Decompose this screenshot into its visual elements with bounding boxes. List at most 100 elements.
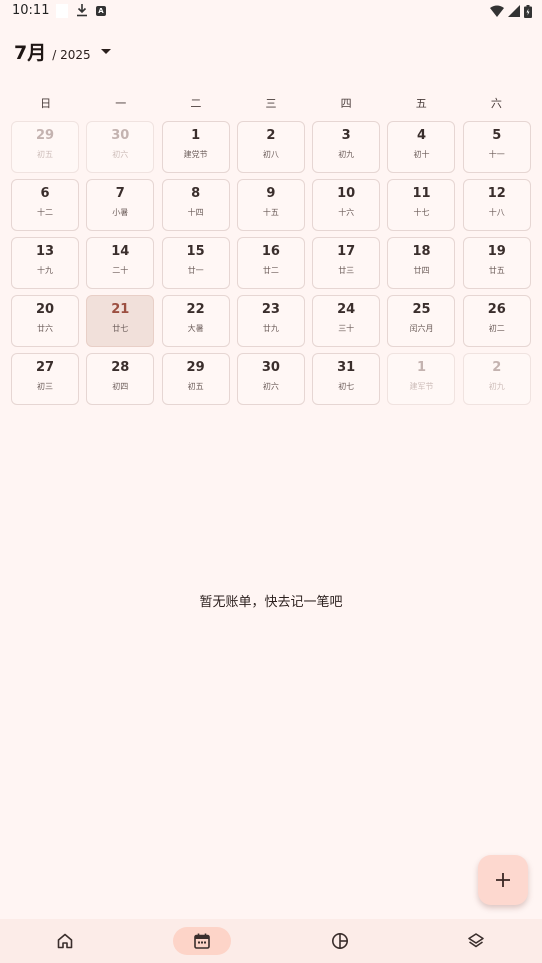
pie-chart-icon bbox=[332, 933, 348, 949]
day-number: 20 bbox=[35, 302, 55, 317]
lunar-date: 初五 bbox=[187, 382, 204, 391]
day-number: 30 bbox=[261, 360, 280, 375]
lunar-date: 建军节 bbox=[409, 382, 434, 391]
calendar-day[interactable]: 14 二十 bbox=[86, 237, 155, 289]
lunar-date: 十九 bbox=[37, 266, 53, 275]
day-number: 21 bbox=[111, 302, 130, 317]
lunar-date: 大暑 bbox=[187, 324, 204, 333]
lunar-date: 廿三 bbox=[338, 266, 355, 275]
day-number: 15 bbox=[186, 244, 205, 259]
day-number: 4 bbox=[416, 128, 426, 143]
calendar-day[interactable]: 4 初十 bbox=[387, 121, 456, 173]
calendar-day[interactable]: 11 十七 bbox=[387, 179, 456, 231]
download-icon bbox=[77, 4, 87, 17]
month-label: 7月 bbox=[14, 42, 47, 64]
lunar-date: 初二 bbox=[488, 324, 505, 333]
day-number: 17 bbox=[337, 244, 356, 259]
calendar-day[interactable]: 2 初八 bbox=[236, 121, 305, 173]
calendar-day[interactable]: 29 初五 bbox=[11, 121, 79, 173]
calendar-day[interactable]: 16 廿二 bbox=[236, 237, 305, 289]
signal-icon bbox=[508, 5, 520, 17]
day-number: 26 bbox=[487, 302, 506, 317]
battery-icon bbox=[524, 4, 532, 18]
day-number: 3 bbox=[341, 128, 351, 143]
calendar-day[interactable]: 28 初四 bbox=[86, 353, 155, 405]
lunar-date: 初六 bbox=[262, 382, 279, 391]
lunar-date: 闰六月 bbox=[409, 324, 434, 333]
calendar-day[interactable]: 22 大暑 bbox=[161, 295, 230, 347]
calendar-day[interactable]: 1 建军节 bbox=[387, 353, 456, 405]
calendar-day[interactable]: 31 初七 bbox=[312, 353, 381, 405]
calendar-day[interactable]: 30 初六 bbox=[236, 353, 305, 405]
lunar-date: 小暑 bbox=[112, 208, 129, 217]
calendar-day[interactable]: 2 初九 bbox=[462, 353, 531, 405]
day-number: 24 bbox=[337, 302, 356, 317]
calendar-day[interactable]: 8 十四 bbox=[161, 179, 230, 231]
lunar-date: 初四 bbox=[112, 382, 129, 391]
lunar-date: 十六 bbox=[338, 208, 355, 217]
day-number: 7 bbox=[115, 186, 125, 201]
status-icons bbox=[490, 4, 532, 18]
day-number: 28 bbox=[111, 360, 130, 375]
calendar-day[interactable]: 1 建党节 bbox=[161, 121, 230, 173]
calendar-day[interactable]: 12 十八 bbox=[462, 179, 531, 231]
calendar-day[interactable]: 6 十二 bbox=[11, 179, 79, 231]
weekday-label: 二 bbox=[190, 97, 202, 110]
calendar-day[interactable]: 27 初三 bbox=[11, 353, 79, 405]
day-number: 23 bbox=[261, 302, 280, 317]
day-number: 11 bbox=[412, 186, 431, 201]
nav-more[interactable] bbox=[447, 927, 505, 955]
calendar-day[interactable]: 9 十五 bbox=[236, 179, 305, 231]
weekday-label: 三 bbox=[265, 97, 277, 110]
calendar-day[interactable]: 13 十九 bbox=[11, 237, 79, 289]
nav-statistics[interactable] bbox=[311, 927, 369, 955]
lunar-date: 十一 bbox=[488, 150, 505, 159]
lunar-date: 廿七 bbox=[112, 324, 129, 333]
plus-icon bbox=[496, 873, 510, 887]
weekday-label: 五 bbox=[415, 97, 427, 110]
calendar-day[interactable]: 29 初五 bbox=[161, 353, 230, 405]
lunar-date: 初三 bbox=[37, 382, 53, 391]
nav-calendar[interactable] bbox=[173, 927, 231, 955]
calendar-day[interactable]: 20 廿六 bbox=[11, 295, 79, 347]
dropdown-arrow-icon bbox=[100, 49, 111, 54]
calendar-day[interactable]: 23 廿九 bbox=[236, 295, 305, 347]
calendar-day[interactable]: 15 廿一 bbox=[161, 237, 230, 289]
lunar-date: 建党节 bbox=[183, 150, 208, 159]
calendar-day[interactable]: 7 小暑 bbox=[86, 179, 155, 231]
wifi-icon bbox=[490, 5, 504, 17]
calendar-day[interactable]: 3 初九 bbox=[312, 121, 381, 173]
add-bill-button[interactable] bbox=[478, 855, 528, 905]
lunar-date: 十八 bbox=[488, 208, 505, 217]
calendar-day[interactable]: 10 十六 bbox=[312, 179, 381, 231]
day-number: 22 bbox=[186, 302, 205, 317]
calendar-day[interactable]: 25 闰六月 bbox=[387, 295, 456, 347]
day-number: 6 bbox=[40, 186, 50, 201]
lunar-date: 初九 bbox=[338, 150, 355, 159]
day-number: 5 bbox=[492, 128, 502, 143]
calendar-day[interactable]: 18 廿四 bbox=[387, 237, 456, 289]
calendar-day[interactable]: 5 十一 bbox=[462, 121, 531, 173]
weekday-label: 六 bbox=[490, 97, 502, 110]
lunar-date: 廿六 bbox=[37, 324, 53, 333]
day-number: 14 bbox=[111, 244, 130, 259]
weekday-label: 四 bbox=[340, 97, 352, 110]
lunar-date: 二十 bbox=[112, 266, 129, 275]
calendar-day-today[interactable]: 21 廿七 bbox=[86, 295, 155, 347]
lunar-date: 十七 bbox=[413, 208, 430, 217]
month-year-selector[interactable]: 7月 / 2025 bbox=[14, 38, 111, 65]
nav-home[interactable] bbox=[36, 927, 94, 955]
lunar-date: 廿四 bbox=[413, 266, 430, 275]
calendar-day[interactable]: 30 初六 bbox=[86, 121, 155, 173]
day-number: 2 bbox=[492, 360, 502, 375]
calendar-day[interactable]: 26 初二 bbox=[462, 295, 531, 347]
calendar-day[interactable]: 24 三十 bbox=[312, 295, 381, 347]
day-number: 12 bbox=[487, 186, 506, 201]
layers-icon bbox=[468, 933, 484, 948]
lunar-date: 十二 bbox=[37, 208, 53, 217]
calendar-day[interactable]: 17 廿三 bbox=[312, 237, 381, 289]
day-number: 16 bbox=[261, 244, 280, 259]
calendar-day[interactable]: 19 廿五 bbox=[462, 237, 531, 289]
status-bar: 10:11 A bbox=[0, 0, 542, 24]
weekday-header: 日 一 二 三 四 五 六 bbox=[8, 95, 534, 111]
